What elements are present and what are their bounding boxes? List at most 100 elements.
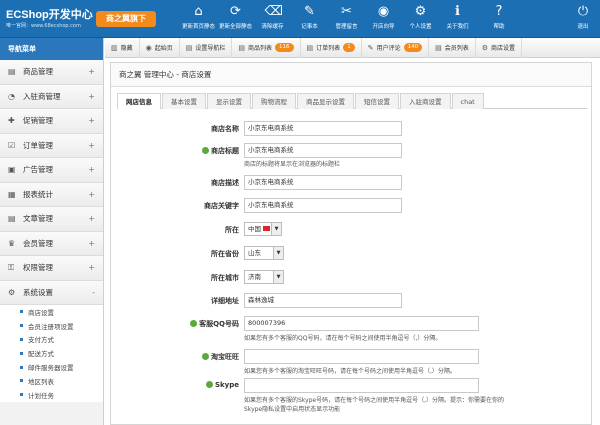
taobao-hint: 如果您有多个客服的淘宝旺旺号码，请在每个号码之间使用半角逗号（,）分隔。 [244,368,456,375]
expand-icon: + [88,263,95,273]
sidebar-item[interactable]: ▤ 商品管理 + [0,60,103,85]
settings-tab[interactable]: 基本设置 [162,93,206,109]
toolbar-item[interactable]: ▤ 设置导航栏 [180,37,233,58]
top-nav: ⌂ 更新首页静态 ⟳ 更新全部静态 ⌫ 清除缓存 ✎ 记事本 ✂ 管理留言 ◉ 开店向导 ⚙ 个人设置 ℹ 关… [180,2,476,30]
top-nav-item[interactable]: ⟳ 更新全部静态 [217,2,254,30]
toolbar-item[interactable]: ▤ 会员列表 [429,37,476,58]
chevron-down-icon: ▼ [273,271,283,283]
count-badge: 116 [275,43,294,52]
settings-tab[interactable]: 商品显示设置 [297,93,354,109]
shop-desc-label: 商店描述 [211,179,239,187]
city-select[interactable]: 济南 ▼ [244,270,284,284]
sidebar-item-label: 促销管理 [23,116,53,126]
skype-label: Skype [111,381,239,389]
sidebar-item-label: 权限管理 [23,263,53,273]
expand-icon: + [88,91,95,101]
clear-cache-icon: ⌫ [264,4,283,19]
qq-input[interactable]: 800007396 [244,316,479,331]
shop-keywords-input[interactable]: 小京东电商系统 [244,198,402,213]
top-nav-item[interactable]: ✎ 记事本 [291,2,328,30]
top-nav-label: 管理留言 [335,24,358,30]
top-nav-label: 清除缓存 [261,24,284,30]
bullet-icon [20,379,23,383]
flag-icon [263,226,270,231]
top-nav-item[interactable]: ⚙ 个人设置 [402,2,439,30]
shop-name-input[interactable]: 小京东电商系统 [244,121,402,136]
settings-tab[interactable]: 购物流程 [252,93,296,109]
settings-tab[interactable]: chat [451,93,484,109]
sidebar-item-label: 广告管理 [23,165,53,175]
skype-input[interactable] [244,378,479,393]
sidebar-item[interactable]: ♛ 会员管理 + [0,231,103,256]
settings-tab[interactable]: 入驻商设置 [400,93,451,109]
toolbar-label: 商品列表 [248,45,273,52]
logo-subtitle: 唯一官网：www.68ecshop.com [6,23,81,29]
top-nav-label: 开店向导 [372,24,395,30]
promotion-icon: ✚ [8,116,15,126]
sidebar-subitem[interactable]: 支付方式 [0,333,103,347]
toolbar-item[interactable]: ✎ 用户评论 140 [362,37,430,58]
sidebar-item[interactable]: ▦ 报表统计 + [0,182,103,207]
taobao-input[interactable] [244,349,479,364]
qq-hint: 如果您有多个客服的QQ号码，请在每个号码之间使用半角逗号（,）分隔。 [244,335,442,342]
logo[interactable]: ECShop开发中心 [6,6,93,22]
hide-icon: ▥ [111,43,118,52]
sidebar-item[interactable]: ⚙ 系统设置 - [0,280,103,305]
toolbar-item[interactable]: ◉ 起始页 [140,37,180,58]
country-label: 所在 [225,226,239,234]
sidebar-item-label: 商品管理 [23,67,53,77]
settings-tab[interactable]: 短信设置 [355,93,399,109]
sidebar-item[interactable]: ◔ 入驻商管理 + [0,84,103,109]
sidebar-item[interactable]: ✚ 促销管理 + [0,109,103,134]
top-nav-label: 关于我们 [446,24,469,30]
help-label: 帮助 [493,24,505,30]
shop-keywords-label: 商店关键字 [204,202,239,210]
sidebar-subitem[interactable]: 配送方式 [0,346,103,360]
help-button[interactable]: ? 帮助 [486,2,512,30]
top-nav-item[interactable]: ⌫ 清除缓存 [254,2,291,30]
sidebar: 导航菜单 ▤ 商品管理 + ◔ 入驻商管理 + ✚ 促销管理 + ☑ 订单管理 + ▣ 广告管理 + ▦ 报表统… [0,38,104,425]
shop-title-input[interactable]: 小京东电商系统 [244,143,402,158]
top-nav-item[interactable]: ℹ 关于我们 [439,2,476,30]
qq-label: 客服QQ号码 [111,319,239,329]
goods-list-icon: ▤ [238,43,246,52]
bullet-icon [20,324,23,328]
toolbar-label: 隐藏 [120,45,133,52]
help-icon: ? [495,4,503,19]
top-nav-label: 个人设置 [409,24,432,30]
sidebar-item[interactable]: ☑ 订单管理 + [0,133,103,158]
sidebar-item[interactable]: ▣ 广告管理 + [0,158,103,183]
top-nav-item[interactable]: ◉ 开店向导 [365,2,402,30]
sidebar-subitem[interactable]: 计划任务 [0,388,103,402]
toolbar-item[interactable]: ▥ 隐藏 [105,37,140,58]
toolbar-label: 设置导航栏 [195,45,226,52]
sidebar-item-label: 文章管理 [23,214,53,224]
required-icon [202,353,209,360]
sidebar-item[interactable]: ▤ 文章管理 + [0,207,103,232]
sidebar-item[interactable]: ⚿ 权限管理 + [0,256,103,281]
top-nav-item[interactable]: ⌂ 更新首页静态 [180,2,217,30]
city-label: 所在城市 [211,274,239,282]
report-icon: ▦ [8,189,16,199]
toolbar-item[interactable]: ▤ 商品列表 116 [232,37,301,58]
settings-tab[interactable]: 网店信息 [117,93,161,109]
toolbar-item[interactable]: ▤ 订单列表 1 [301,37,362,58]
sidebar-subitem[interactable]: 会员注册项设置 [0,319,103,333]
sidebar-subitem[interactable]: 商店设置 [0,305,103,319]
country-select[interactable]: 中国 ▼ [244,222,282,236]
expand-icon: + [88,214,95,224]
required-icon [190,320,198,327]
expand-icon: + [88,67,95,77]
toolbar-label: 起始页 [154,45,173,52]
address-input[interactable]: 森林逸城 [244,293,402,308]
sidebar-subitem[interactable]: 邮件服务器设置 [0,360,103,374]
shop-desc-input[interactable]: 小京东电商系统 [244,175,402,190]
settings-tab[interactable]: 显示设置 [207,93,251,109]
sidebar-subitem[interactable]: 地区列表 [0,374,103,388]
exit-label: 退出 [577,24,589,30]
top-nav-item[interactable]: ✂ 管理留言 [328,2,365,30]
province-select[interactable]: 山东 ▼ [244,246,284,260]
expand-icon: + [88,116,95,126]
toolbar-item[interactable]: ⚙ 商店设置 [476,37,523,58]
exit-button[interactable]: ⏻ 退出 [568,2,598,30]
